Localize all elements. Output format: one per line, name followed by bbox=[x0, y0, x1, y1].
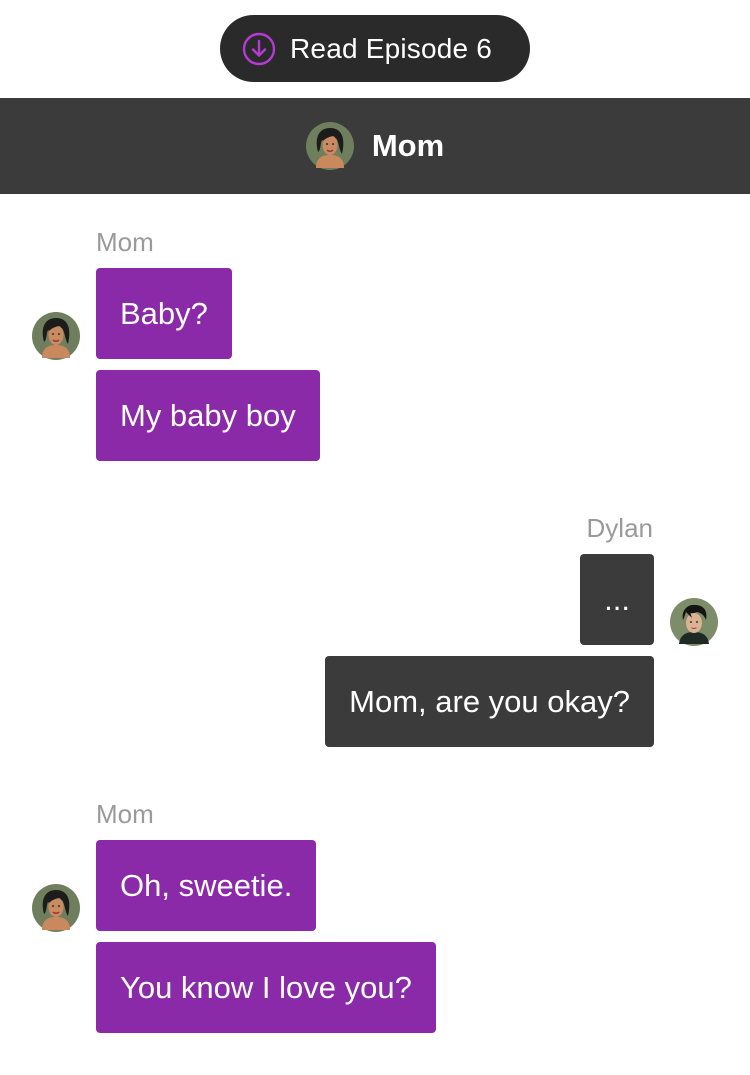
message-bubble: ... bbox=[580, 554, 654, 645]
mom-avatar bbox=[305, 122, 354, 170]
sender-name: Mom bbox=[96, 227, 154, 257]
message-bubble: Baby? bbox=[96, 268, 232, 359]
read-episode-label: Read Episode 6 bbox=[290, 32, 493, 64]
dylan-avatar bbox=[670, 598, 718, 646]
message-bubble: My baby boy bbox=[96, 370, 320, 461]
chat-title: Mom bbox=[371, 128, 445, 163]
message-bubble: You know I love you? bbox=[96, 942, 436, 1033]
message-bubble: Mom, are you okay? bbox=[325, 656, 654, 747]
read-episode-button[interactable]: Read Episode 6 bbox=[220, 15, 530, 82]
mom-avatar bbox=[32, 312, 80, 360]
message-bubble: Oh, sweetie. bbox=[96, 840, 317, 931]
circle-arrow-down-icon bbox=[242, 32, 276, 65]
chat-header: Mom bbox=[0, 98, 750, 194]
sender-name: Dylan bbox=[586, 513, 653, 543]
sender-name: Mom bbox=[96, 799, 154, 829]
mom-avatar bbox=[32, 884, 80, 932]
